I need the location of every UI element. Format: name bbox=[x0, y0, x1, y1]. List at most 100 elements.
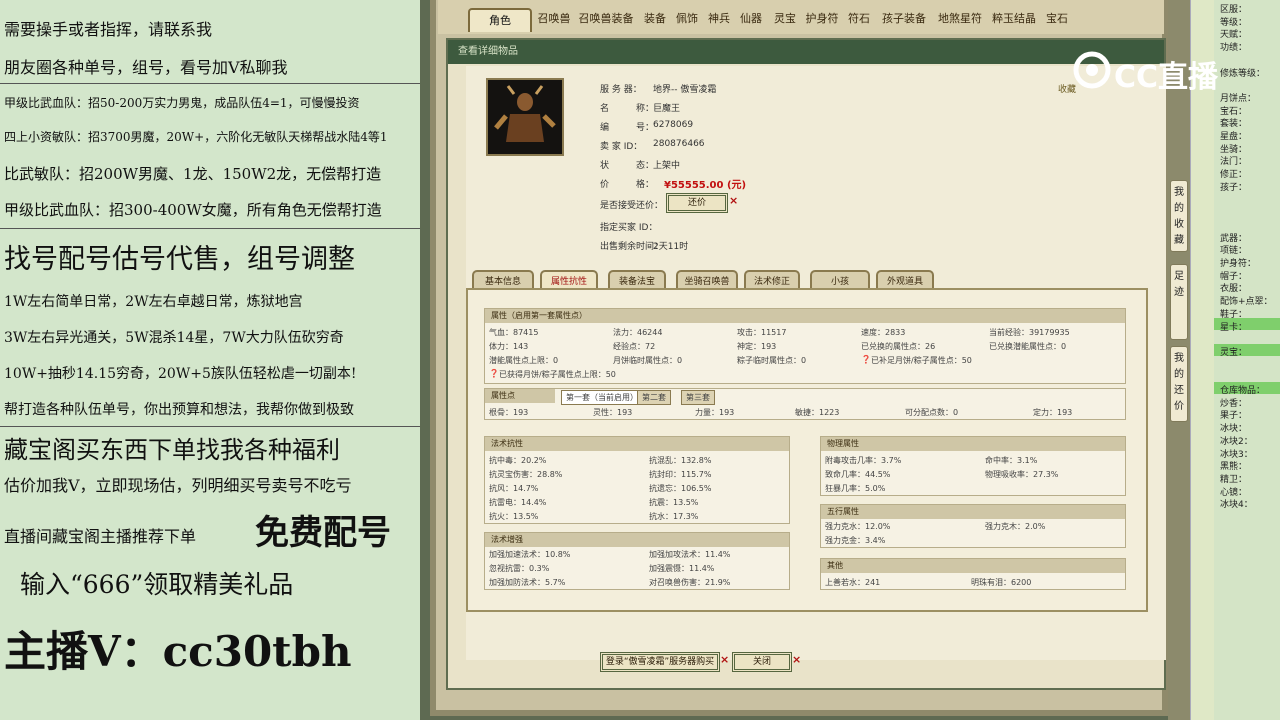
notes-strip bbox=[1190, 0, 1214, 720]
phys-cell: 附毒攻击几率：3.7% bbox=[825, 456, 902, 465]
resist-cell: 抗灵宝伤害：28.8% bbox=[489, 470, 563, 479]
note-label: 配饰+点翠： bbox=[1220, 297, 1273, 308]
close-button[interactable]: 关闭 bbox=[732, 652, 792, 672]
ad-line: 10W+抽秒14.15穷奇，20W+5族队伍轻松虐一切副本! bbox=[4, 366, 357, 382]
footprint-tab[interactable]: 足迹 bbox=[1170, 264, 1188, 340]
ad-line: 比武敏队：招200W男魔、1龙、150W2龙，无偿帮打造 bbox=[4, 165, 382, 183]
wuxing-header: 五行属性 bbox=[821, 505, 1125, 519]
attributes-panel: 属性（启用第一套属性点） 气血：87415 法力：46244 攻击：11517 … bbox=[466, 288, 1148, 612]
note-label: 黑熊： bbox=[1220, 462, 1248, 473]
my-favorites-tab[interactable]: 我的收藏 bbox=[1170, 180, 1188, 252]
tab-child-equip[interactable]: 孩子装备 bbox=[878, 8, 930, 32]
name-label: 名 称： bbox=[600, 104, 655, 114]
boost-section: 法术增强 加强加速法术：10.8% 加强加攻法术：11.4% 忽视抗雷：0.3%… bbox=[484, 532, 790, 590]
tab-rune[interactable]: 符石 bbox=[846, 8, 872, 32]
id-value: 6278069 bbox=[653, 120, 694, 130]
stat-cell: 已补足月饼/粽子属性点：50 bbox=[871, 356, 972, 365]
ad-line: 四上小资敏队：招3700男魔，20W+，六阶化无敏队天梯帮战水陆4等1 bbox=[4, 130, 388, 144]
close-icon[interactable]: × bbox=[729, 194, 738, 207]
note-label: 衣服： bbox=[1220, 284, 1248, 295]
wuxing-cell: 强力克木：2.0% bbox=[985, 522, 1046, 531]
point-cell: 敏捷：1223 bbox=[795, 408, 840, 417]
point-cell: 根骨：193 bbox=[489, 408, 529, 417]
stat-cell: 当前经验：39179935 bbox=[989, 328, 1070, 337]
stat-cell: 体力：143 bbox=[489, 342, 529, 351]
resist-section: 法术抗性 抗中毒：20.2% 抗混乱：132.8% 抗灵宝伤害：28.8% 抗封… bbox=[484, 436, 790, 524]
tab-cuiyu[interactable]: 粹玉结晶 bbox=[990, 8, 1038, 32]
stat-cell: 速度：2833 bbox=[861, 328, 906, 337]
tab-role[interactable]: 角色 bbox=[468, 8, 532, 32]
points-tab-1[interactable]: 第一套（当前启用） bbox=[561, 390, 643, 405]
tab-lingbao[interactable]: 灵宝 bbox=[772, 8, 798, 32]
bargain-button[interactable]: 还价 bbox=[666, 193, 728, 213]
item-detail-dialog: 查看详细物品 服 务 器： 地界-- 傲雪凌霜 名 称： 巨魔王 编 号： 62… bbox=[446, 38, 1166, 690]
phys-cell: 命中率：3.1% bbox=[985, 456, 1038, 465]
tab-summon[interactable]: 召唤兽 bbox=[536, 8, 572, 32]
price-label: 价 格： bbox=[600, 180, 655, 190]
status-label: 状 态： bbox=[600, 161, 655, 171]
other-cell: 明珠有泪：6200 bbox=[971, 578, 1032, 587]
cc-live-logo: CC直播 bbox=[1072, 44, 1242, 95]
bargain-label: 是否接受还价： bbox=[600, 201, 664, 211]
note-label: 灵宝： bbox=[1220, 347, 1248, 358]
note-label: 护身符： bbox=[1220, 259, 1257, 269]
boost-cell: 对召唤兽伤害：21.9% bbox=[649, 578, 731, 587]
seller-label: 卖 家 ID： bbox=[600, 142, 643, 152]
stat-cell: 已兑换的属性点：26 bbox=[861, 342, 936, 351]
note-label: 孩子： bbox=[1220, 182, 1248, 193]
close-icon[interactable]: × bbox=[720, 653, 729, 666]
ad-line: 藏宝阁买东西下单找我各种福利 bbox=[4, 436, 340, 464]
points-section: 属性点 第一套（当前启用） 第二套 第三套 根骨：193 灵性：193 力量：1… bbox=[484, 388, 1126, 420]
note-label: 心镜： bbox=[1220, 487, 1248, 498]
ad-line: 朋友圈各种单号，组号，看号加V私聊我 bbox=[4, 58, 288, 77]
resist-cell: 抗中毒：20.2% bbox=[489, 456, 547, 465]
status-value: 上架中 bbox=[653, 161, 681, 171]
ad-line: 甲级比武血队：招50-200万实力男鬼，成品队伍4=1，可慢慢投资 bbox=[4, 96, 360, 110]
point-cell: 可分配点数：0 bbox=[905, 408, 959, 417]
note-label: 冰块： bbox=[1220, 424, 1248, 435]
my-bargain-tab[interactable]: 我的还价 bbox=[1170, 346, 1188, 422]
ad-line: 直播间藏宝阁主播推荐下单 bbox=[4, 527, 197, 546]
ad-line: 输入“666”领取精美礼品 bbox=[20, 570, 294, 599]
ad-line: 1W左右简单日常，2W左右卓越日常，炼狱地宫 bbox=[4, 294, 303, 310]
note-label: 星盘： bbox=[1220, 132, 1248, 142]
login-buy-button[interactable]: 登录“傲雪凌霜”服务器购买 bbox=[600, 652, 720, 672]
point-cell: 力量：193 bbox=[695, 408, 735, 417]
ad-line: 帮打造各种队伍单号，你出预算和想法，我帮你做到极致 bbox=[4, 402, 354, 418]
tab-amulet[interactable]: 护身符 bbox=[804, 8, 840, 32]
help-icon[interactable]: ❓ bbox=[489, 369, 499, 378]
close-icon[interactable]: × bbox=[792, 653, 801, 666]
stat-cell: 经验点：72 bbox=[613, 342, 656, 351]
note-label: 果子： bbox=[1220, 411, 1248, 422]
other-header: 其他 bbox=[821, 559, 1125, 573]
points-tab-2[interactable]: 第二套 bbox=[637, 390, 671, 405]
time-value: 2天11时 bbox=[653, 242, 689, 252]
help-icon[interactable]: ❓ bbox=[861, 355, 871, 364]
note-label: 帽子： bbox=[1220, 271, 1248, 282]
tab-shenbing[interactable]: 神兵 bbox=[706, 8, 732, 32]
logo-text: CC直播 bbox=[1114, 60, 1219, 95]
character-portrait bbox=[486, 78, 564, 156]
note-label: 等级： bbox=[1220, 17, 1248, 28]
seller-value: 280876466 bbox=[653, 139, 705, 149]
wuxing-cell: 强力克水：12.0% bbox=[825, 522, 891, 531]
server-label: 服 务 器： bbox=[600, 85, 642, 95]
tab-accessory[interactable]: 佩饰 bbox=[674, 8, 700, 32]
boost-cell: 加强加速法术：10.8% bbox=[489, 550, 571, 559]
stat-cell: 神定：193 bbox=[737, 342, 777, 351]
tab-disha[interactable]: 地煞星符 bbox=[936, 8, 984, 32]
stat-cell: 潜能属性点上限：0 bbox=[489, 356, 559, 365]
tab-summon-equip[interactable]: 召唤兽装备 bbox=[576, 8, 636, 32]
points-tab-3[interactable]: 第三套 bbox=[681, 390, 715, 405]
ad-line: 3W左右异光通关，5W混杀14星，7W大力队伍砍穷奇 bbox=[4, 330, 344, 346]
tab-gem[interactable]: 宝石 bbox=[1044, 8, 1070, 32]
ad-line: 找号配号估号代售，组号调整 bbox=[4, 244, 355, 275]
tab-equip[interactable]: 装备 bbox=[642, 8, 668, 32]
note-label: 炒香： bbox=[1220, 398, 1248, 409]
tab-xianqi[interactable]: 仙器 bbox=[738, 8, 764, 32]
wuxing-section: 五行属性 强力克水：12.0% 强力克木：2.0% 强力克金：3.4% bbox=[820, 504, 1126, 548]
points-header: 属性点 bbox=[485, 389, 555, 403]
note-label: 套装： bbox=[1220, 119, 1248, 130]
category-tabs: 角色 召唤兽 召唤兽装备 装备 佩饰 神兵 仙器 灵宝 护身符 符石 孩子装备 … bbox=[438, 0, 1164, 34]
boost-header: 法术增强 bbox=[485, 533, 789, 547]
